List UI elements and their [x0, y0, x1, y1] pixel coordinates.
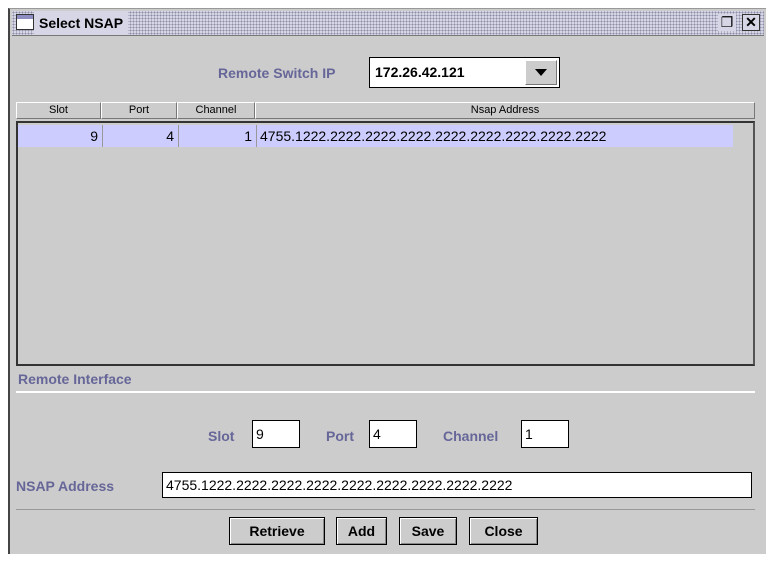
cell-slot: 9: [18, 125, 103, 147]
remote-interface-header: Remote Interface: [16, 369, 755, 389]
cell-port: 4: [103, 125, 179, 147]
slot-label: Slot: [208, 428, 235, 444]
retrieve-button[interactable]: Retrieve: [229, 517, 325, 545]
channel-field[interactable]: 1: [521, 420, 569, 448]
title-bar[interactable]: Select NSAP ❐ ✕: [12, 11, 764, 36]
column-header-channel[interactable]: Channel: [177, 102, 255, 119]
column-header-port[interactable]: Port: [101, 102, 177, 119]
remote-switch-ip-select[interactable]: 172.26.42.121: [369, 57, 560, 88]
close-button[interactable]: Close: [469, 517, 538, 545]
slot-field[interactable]: 9: [252, 420, 300, 448]
nsap-address-label: NSAP Address: [16, 478, 115, 494]
table-row[interactable]: 9 4 1 4755.1222.2222.2222.2222.2222.2222…: [18, 125, 733, 147]
window-title: Select NSAP: [34, 11, 129, 35]
nsap-address-field[interactable]: 4755.1222.2222.2222.2222.2222.2222.2222.…: [162, 472, 752, 498]
restore-icon[interactable]: ❐: [718, 14, 736, 31]
remote-interface-panel: Slot 9 Port 4 Channel 1 NSAP Address 475…: [16, 391, 755, 507]
remote-switch-ip-value: 172.26.42.121: [375, 64, 465, 80]
column-header-slot[interactable]: Slot: [16, 102, 101, 119]
remote-interface-label: Remote Interface: [18, 371, 132, 387]
column-header-nsap-address[interactable]: Nsap Address: [255, 102, 755, 119]
dropdown-arrow-icon[interactable]: [525, 60, 557, 85]
cell-channel: 1: [179, 125, 257, 147]
port-field[interactable]: 4: [369, 420, 417, 448]
port-label: Port: [326, 428, 354, 444]
nsap-table[interactable]: 9 4 1 4755.1222.2222.2222.2222.2222.2222…: [16, 121, 755, 366]
save-button[interactable]: Save: [399, 517, 457, 545]
button-row: Retrieve Add Save Close: [16, 509, 755, 549]
cell-nsap-address: 4755.1222.2222.2222.2222.2222.2222.2222.…: [260, 128, 607, 144]
add-button[interactable]: Add: [336, 517, 387, 545]
close-icon[interactable]: ✕: [742, 14, 760, 31]
remote-switch-ip-label: Remote Switch IP: [218, 65, 336, 81]
window-icon: [16, 14, 34, 30]
channel-label: Channel: [443, 428, 499, 444]
